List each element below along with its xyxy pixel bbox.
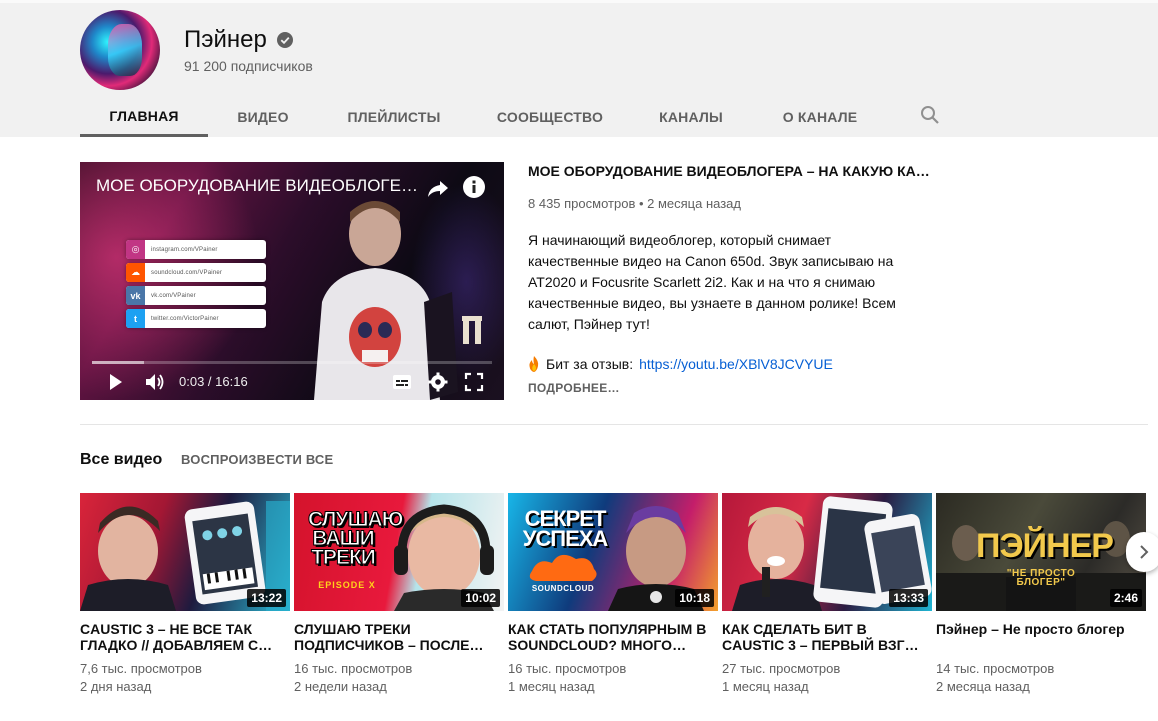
video-thumbnail[interactable]: ПЭЙНЕР "НЕ ПРОСТО БЛОГЕР" 2:46 [936,493,1146,611]
featured-video-player[interactable]: МОЕ ОБОРУДОВАНИЕ ВИДЕОБЛОГЕРА – НА КАКУЮ… [80,162,504,400]
video-card[interactable]: СЛУШАЮ ВАШИ ТРЕКИ EPISODE X 10:02 СЛУШАЮ… [294,493,504,696]
chevron-right-icon [1140,545,1149,559]
social-links-overlay: ◎ instagram.com/VPainer ☁ soundcloud.com… [126,240,266,332]
twitter-icon: t [126,309,145,328]
thumbnail-subtext: "НЕ ПРОСТО БЛОГЕР" [1006,568,1076,588]
video-duration: 10:02 [461,589,500,607]
player-title[interactable]: МОЕ ОБОРУДОВАНИЕ ВИДЕОБЛОГЕРА – НА КАКУЮ… [96,176,422,196]
video-title[interactable]: КАК СДЕЛАТЬ БИТ В CAUSTIC 3 – ПЕРВЫЙ ВЗГ… [722,621,932,653]
video-age: 2 месяца назад [936,679,1030,694]
subtitles-icon[interactable] [391,372,413,392]
next-button[interactable] [1126,532,1158,572]
section-divider [80,424,1148,425]
featured-video-title[interactable]: МОЕ ОБОРУДОВАНИЕ ВИДЕОБЛОГЕРА – НА КАКУЮ… [528,163,938,179]
video-duration: 2:46 [1109,589,1142,607]
channel-tabs: ГЛАВНАЯ ВИДЕО ПЛЕЙЛИСТЫ СООБЩЕСТВО КАНАЛ… [80,96,888,137]
info-icon[interactable] [462,175,486,199]
video-card[interactable]: 13:33 КАК СДЕЛАТЬ БИТ В CAUSTIC 3 – ПЕРВ… [722,493,932,696]
video-views: 7,6 тыс. просмотров [80,661,202,676]
tab-videos[interactable]: ВИДЕО [208,96,318,137]
time-display: 0:03 / 16:16 [179,374,248,389]
fullscreen-icon[interactable] [464,372,484,392]
video-views: 27 тыс. просмотров [722,661,841,676]
video-thumbnail[interactable]: 13:22 [80,493,290,611]
video-meta: 16 тыс. просмотров 2 недели назад [294,660,504,696]
verified-icon [276,32,293,48]
video-age: 1 месяц назад [508,679,595,694]
header-topline [0,0,1158,3]
tab-community[interactable]: СООБЩЕСТВО [470,96,630,137]
channel-header: Пэйнер 91 200 подписчиков ГЛАВНАЯ ВИДЕО … [0,0,1158,137]
social-text: instagram.com/VPainer [151,246,218,253]
video-age: 1 месяц назад [722,679,809,694]
social-text: soundcloud.com/VPainer [151,269,223,276]
instagram-icon: ◎ [126,240,145,259]
play-icon[interactable] [104,372,126,392]
video-thumbnail[interactable]: СЕКРЕТ УСПЕХА SOUNDCLOUD 10:18 [508,493,718,611]
thumbnail-subtext: SOUNDCLOUD [531,584,595,593]
tab-playlists[interactable]: ПЛЕЙЛИСТЫ [318,96,470,137]
channel-logo-watermark [462,316,482,344]
video-card[interactable]: ПЭЙНЕР "НЕ ПРОСТО БЛОГЕР" 2:46 Пэйнер – … [936,493,1146,696]
social-row-twitter: t twitter.com/VictorPainer [126,309,266,328]
tab-about[interactable]: О КАНАЛЕ [752,96,888,137]
social-row-vk: vk vk.com/VPainer [126,286,266,305]
video-views: 16 тыс. просмотров [508,661,627,676]
player-person-image [314,201,458,400]
channel-name[interactable]: Пэйнер [184,26,267,54]
beat-label: Бит за отзыв: [546,356,634,372]
social-row-soundcloud: ☁ soundcloud.com/VPainer [126,263,266,282]
video-views: 14 тыс. просмотров [936,661,1055,676]
video-meta: 16 тыс. просмотров 1 месяц назад [508,660,718,696]
thumbnail-subtext: EPISODE X [318,580,376,590]
beat-line: Бит за отзыв: https://youtu.be/XBlV8JCVY… [528,356,833,372]
play-all-button[interactable]: ВОСПРОИЗВЕСТИ ВСЕ [181,452,333,467]
thumbnail-text: СЛУШАЮ ВАШИ ТРЕКИ [308,508,404,569]
channel-name-row: Пэйнер [184,26,293,54]
section-title[interactable]: Все видео [80,451,162,469]
social-row-instagram: ◎ instagram.com/VPainer [126,240,266,259]
thumbnail-text: ПЭЙНЕР [976,527,1114,565]
thumbnail-text: СЕКРЕТ УСПЕХА [522,506,609,551]
video-title[interactable]: CAUSTIC 3 – НЕ ВСЕ ТАК ГЛАДКО // ДОБАВЛЯ… [80,621,290,653]
video-duration: 13:33 [889,589,928,607]
fire-icon [529,356,539,372]
progress-bar[interactable] [92,361,492,364]
social-text: twitter.com/VictorPainer [151,315,219,322]
video-age: 2 недели назад [294,679,387,694]
channel-avatar[interactable] [80,10,160,90]
video-meta: 14 тыс. просмотров 2 месяца назад [936,660,1146,696]
soundcloud-icon: ☁ [126,263,145,282]
subscriber-count: 91 200 подписчиков [184,58,313,74]
video-duration: 10:18 [675,589,714,607]
video-title[interactable]: КАК СТАТЬ ПОПУЛЯРНЫМ В SOUNDCLOUD? МНОГО… [508,621,718,653]
tab-home[interactable]: ГЛАВНАЯ [80,96,208,137]
show-more-button[interactable]: ПОДРОБНЕЕ… [528,381,620,395]
volume-icon[interactable] [144,372,166,392]
video-duration: 13:22 [247,589,286,607]
video-thumbnail[interactable]: 13:33 [722,493,932,611]
vk-icon: vk [126,286,145,305]
progress-fill [92,361,144,364]
video-title[interactable]: Пэйнер – Не просто блогер [936,621,1146,653]
featured-video-description: Я начинающий видеоблогер, который снимае… [528,232,896,332]
tab-channels[interactable]: КАНАЛЫ [630,96,752,137]
share-icon[interactable] [426,176,450,200]
video-meta: 7,6 тыс. просмотров 2 дня назад [80,660,290,696]
video-title[interactable]: СЛУШАЮ ТРЕКИ ПОДПИСЧИКОВ – ПОСЛЕ… [294,621,504,653]
featured-video-meta: 8 435 просмотров • 2 месяца назад [528,196,741,211]
video-thumbnail[interactable]: СЛУШАЮ ВАШИ ТРЕКИ EPISODE X 10:02 [294,493,504,611]
gear-icon[interactable] [428,372,448,392]
video-card[interactable]: 13:22 CAUSTIC 3 – НЕ ВСЕ ТАК ГЛАДКО // Д… [80,493,290,696]
social-text: vk.com/VPainer [151,292,196,299]
video-views: 16 тыс. просмотров [294,661,413,676]
video-card[interactable]: СЕКРЕТ УСПЕХА SOUNDCLOUD 10:18 КАК СТАТЬ… [508,493,718,696]
search-icon[interactable] [918,103,942,127]
beat-link[interactable]: https://youtu.be/XBlV8JCVYUE [639,356,833,372]
video-meta: 27 тыс. просмотров 1 месяц назад [722,660,932,696]
video-age: 2 дня назад [80,679,152,694]
